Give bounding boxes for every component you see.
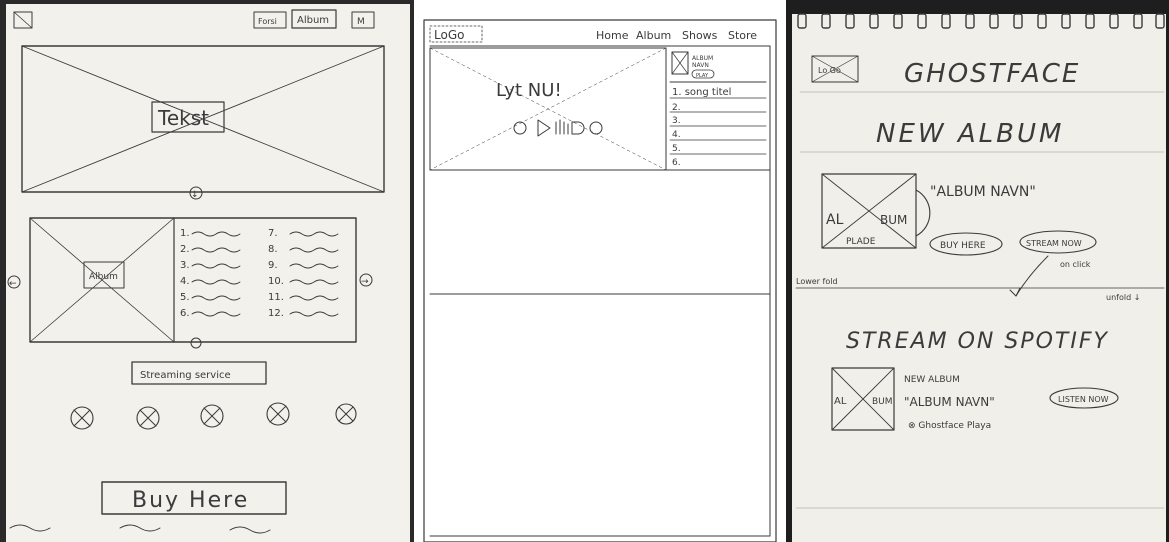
track: 2. <box>672 103 681 113</box>
track-num: 4. <box>180 276 190 287</box>
track: 3. <box>672 116 681 126</box>
panel-3-stream-label: STREAM NOW <box>1026 239 1082 248</box>
panel-3-np-new-album: NEW ALBUM <box>904 375 960 385</box>
panel-1-nav-2-label: Album <box>297 15 329 26</box>
track-num: 9. <box>268 260 278 271</box>
panel-1-paper <box>6 4 410 542</box>
track-num: 7. <box>268 228 278 239</box>
sketch-collage: Forsi Album M Tekst ↓ Album 1. 2. 3. 4. … <box>0 0 1169 542</box>
panel-2-nav-4[interactable]: Store <box>728 29 757 42</box>
panel-2-hero-text: Lyt NU! <box>496 80 562 101</box>
track-num: 8. <box>268 244 278 255</box>
panel-2-nav-3[interactable]: Shows <box>682 29 718 42</box>
panel-3-logo: Lo Go <box>818 66 841 75</box>
track-num: 5. <box>180 292 190 303</box>
panel-3-lower-fold: Lower fold <box>796 277 838 286</box>
track-num: 3. <box>180 260 190 271</box>
panel-1-nav-3-label: M <box>357 17 365 27</box>
track-num: 10. <box>268 276 284 287</box>
amazon-icon <box>571 121 585 135</box>
track: 4. <box>672 130 681 140</box>
panel-3-cover-right: BUM <box>880 213 907 227</box>
deezer-icon <box>555 119 569 135</box>
track-num: 12. <box>268 308 284 319</box>
track: 1. song titel <box>672 87 731 98</box>
panel-3-on-click: on click <box>1060 260 1091 269</box>
panel-2-album-caption: ALBUM <box>692 55 713 62</box>
panel-3-buy-label: BUY HERE <box>940 241 986 251</box>
panel-1-album-label: Album <box>89 272 118 282</box>
sketch-panel-3: Lo Go GHOSTFACE NEW ALBUM AL BUM PLADE "… <box>786 0 1169 542</box>
panel-1-arrow-left: ← <box>9 279 17 289</box>
panel-3-np-artist: ⊗ Ghostface Playa <box>908 421 991 431</box>
panel-3-cover-left: AL <box>826 212 844 228</box>
panel-2-streaming-icons <box>513 119 603 137</box>
panel-1-arrow-down-1: ↓ <box>191 190 199 200</box>
panel-3-stream-on: STREAM ON SPOTIFY <box>846 329 1109 354</box>
track-num: 6. <box>180 308 190 319</box>
panel-2-nav-2[interactable]: Album <box>636 29 671 42</box>
panel-1-hero-text: Tekst <box>157 106 209 130</box>
panel-2-nav-1[interactable]: Home <box>596 29 629 42</box>
track: 6. <box>672 158 681 168</box>
panel-2-play-label: PLAY <box>696 73 709 79</box>
panel-1-arrow-right: → <box>361 277 369 287</box>
panel-3-np-cover-left: AL <box>834 396 847 407</box>
panel-3-title: GHOSTFACE <box>904 59 1080 89</box>
panel-2-album-sub: NAVN <box>692 62 709 69</box>
track-num: 2. <box>180 244 190 255</box>
spotify-icon <box>589 121 603 135</box>
play-store-icon <box>537 119 551 137</box>
panel-1-streaming-label: Streaming service <box>140 370 231 381</box>
panel-3-unfold: unfold ↓ <box>1106 293 1140 302</box>
panel-3-new-album: NEW ALBUM <box>876 119 1064 149</box>
apple-icon <box>513 121 527 135</box>
track: 5. <box>672 144 681 154</box>
panel-3-np-cover-right: BUM <box>872 397 893 407</box>
panel-3-plade: PLADE <box>846 237 876 247</box>
track-num: 11. <box>268 292 284 303</box>
panel-2-tracklist: 1. song titel 2. 3. 4. 5. 6. <box>669 87 767 168</box>
panel-1-nav-1-label: Forsi <box>258 17 277 26</box>
panel-3-np-album-name: "ALBUM NAVN" <box>904 395 995 409</box>
panel-3-paper <box>792 14 1166 542</box>
panel-2-logo: LoGo <box>434 28 464 42</box>
panel-3-listen-label: LISTEN NOW <box>1058 395 1109 404</box>
sketch-panel-2: LoGo Home Album Shows Store Lyt NU! ALBU… <box>423 19 777 542</box>
sketch-panel-1: Forsi Album M Tekst ↓ Album 1. 2. 3. 4. … <box>0 0 414 542</box>
track-num: 1. <box>180 228 190 239</box>
panel-1-buy-label: Buy Here <box>132 488 249 513</box>
panel-3-album-name: "ALBUM NAVN" <box>930 184 1036 200</box>
